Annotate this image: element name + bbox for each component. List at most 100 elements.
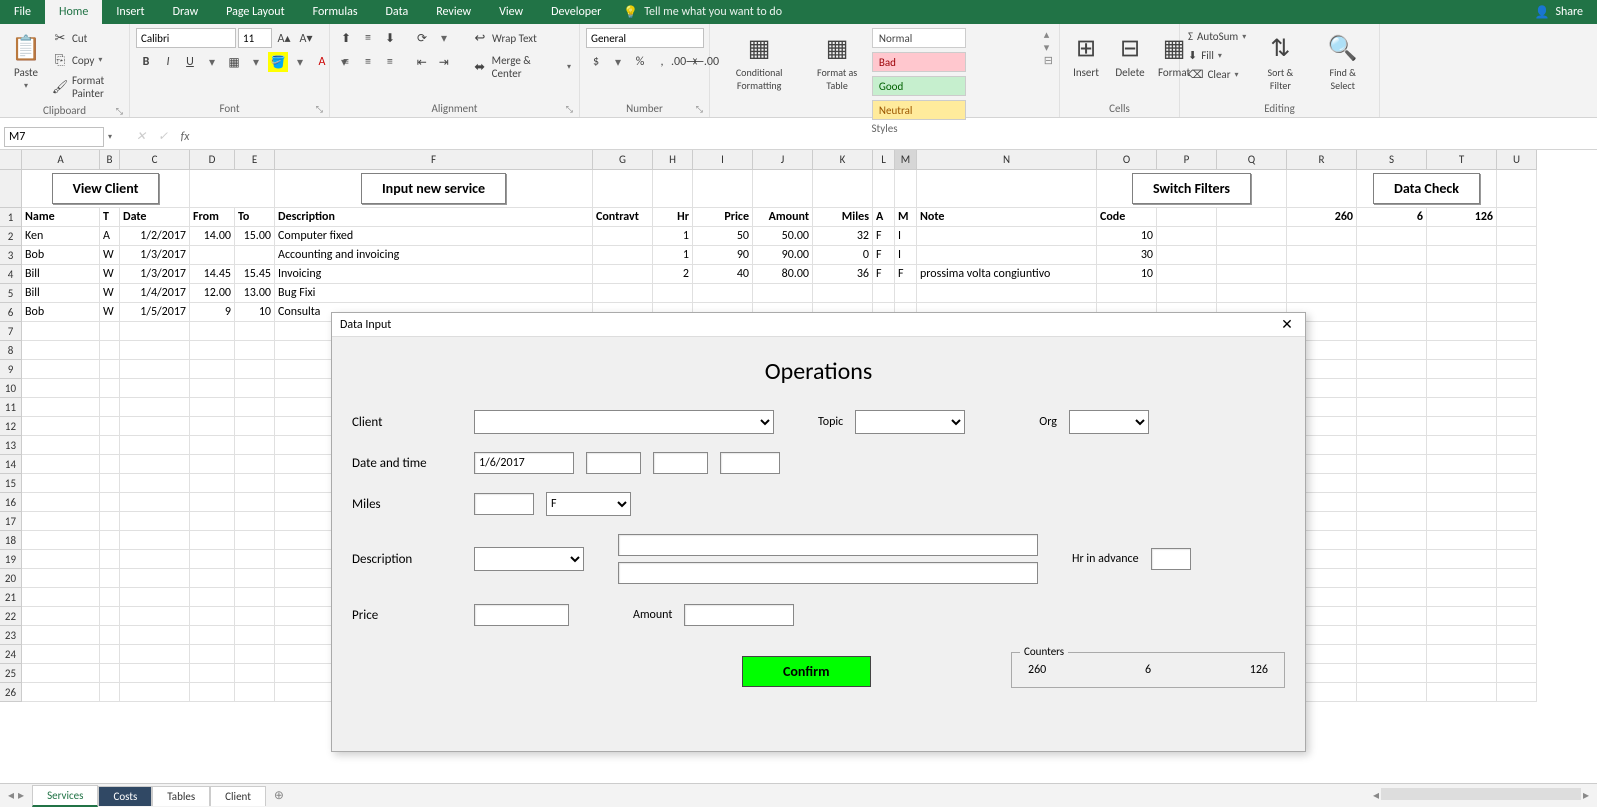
cell[interactable] (1357, 512, 1427, 531)
cell[interactable] (1497, 645, 1537, 664)
cell[interactable] (22, 474, 100, 493)
cell[interactable] (22, 569, 100, 588)
tab-developer[interactable]: Developer (537, 0, 615, 24)
cell[interactable] (190, 645, 235, 664)
cell[interactable] (22, 379, 100, 398)
cell[interactable] (190, 493, 235, 512)
cell[interactable] (1497, 208, 1537, 227)
cell[interactable] (1427, 284, 1497, 303)
cell[interactable] (120, 550, 190, 569)
align-middle-icon[interactable]: ≡ (358, 28, 378, 48)
topic-combo[interactable] (855, 410, 965, 434)
cell[interactable] (1357, 645, 1427, 664)
cell[interactable] (895, 170, 917, 208)
sheet-tab-client[interactable]: Client (210, 786, 266, 806)
tab-home[interactable]: Home (45, 0, 102, 24)
col-header-L[interactable]: L (873, 150, 895, 169)
cell[interactable]: 14.00 (190, 227, 235, 246)
cell[interactable] (1357, 360, 1427, 379)
enter-icon[interactable]: ✓ (154, 128, 172, 146)
cell[interactable] (100, 531, 120, 550)
cell[interactable] (1287, 284, 1357, 303)
cell[interactable] (100, 588, 120, 607)
chevron-down-icon[interactable]: ▾ (434, 28, 454, 48)
cell[interactable]: 32 (813, 227, 873, 246)
cell[interactable]: 15.00 (235, 227, 275, 246)
amount-input[interactable] (684, 604, 794, 626)
cell[interactable] (1157, 208, 1217, 227)
cell[interactable] (235, 645, 275, 664)
cell[interactable] (22, 398, 100, 417)
sheet-nav-first-icon[interactable]: ◂ (8, 788, 14, 803)
cell[interactable]: Computer fixed (275, 227, 593, 246)
row-header[interactable]: 4 (0, 265, 22, 284)
cell[interactable] (1427, 626, 1497, 645)
cell[interactable] (190, 550, 235, 569)
chevron-down-icon[interactable]: ▾ (108, 132, 112, 142)
cell[interactable] (100, 645, 120, 664)
cell[interactable] (1427, 512, 1497, 531)
increase-indent-icon[interactable]: ⇥ (434, 52, 454, 72)
cell[interactable] (235, 664, 275, 683)
cell[interactable]: W (100, 303, 120, 322)
cell[interactable] (1357, 588, 1427, 607)
increase-decimal-icon[interactable]: .00→ (674, 52, 694, 72)
cell[interactable] (1157, 246, 1217, 265)
cell[interactable] (1357, 455, 1427, 474)
cell[interactable]: 13.00 (235, 284, 275, 303)
style-bad[interactable]: Bad (872, 52, 966, 72)
col-header-G[interactable]: G (593, 150, 653, 169)
cell[interactable] (1497, 474, 1537, 493)
wrap-text-button[interactable]: ↩Wrap Text (470, 28, 539, 48)
cell[interactable] (1497, 379, 1537, 398)
cell[interactable] (1287, 265, 1357, 284)
price-input[interactable] (474, 604, 569, 626)
cell[interactable] (1357, 265, 1427, 284)
cell[interactable] (1217, 227, 1287, 246)
cell[interactable] (120, 569, 190, 588)
cell[interactable] (120, 645, 190, 664)
cell[interactable] (190, 664, 235, 683)
cell[interactable] (813, 284, 873, 303)
time3-input[interactable] (720, 452, 780, 474)
cell[interactable] (1497, 550, 1537, 569)
cell[interactable]: F (873, 227, 895, 246)
cut-button[interactable]: ✂Cut (50, 28, 123, 48)
col-header-D[interactable]: D (190, 150, 235, 169)
cell[interactable] (693, 284, 753, 303)
cell[interactable] (235, 569, 275, 588)
fill-button[interactable]: ⬇Fill▾ (1186, 47, 1248, 64)
chevron-down-icon[interactable]: ▾ (246, 52, 266, 72)
sheet-tab-costs[interactable]: Costs (98, 786, 152, 806)
cell[interactable] (1357, 398, 1427, 417)
clear-button[interactable]: ⌫Clear▾ (1186, 66, 1248, 83)
cell[interactable] (1427, 360, 1497, 379)
col-header-I[interactable]: I (693, 150, 753, 169)
cell[interactable] (593, 284, 653, 303)
cell[interactable] (100, 436, 120, 455)
dialog-launcher-icon[interactable]: ⤡ (316, 104, 323, 115)
cell[interactable] (1217, 265, 1287, 284)
cell[interactable] (1427, 322, 1497, 341)
row-header[interactable]: 1 (0, 208, 22, 227)
row-header[interactable]: 15 (0, 474, 22, 493)
cell[interactable] (120, 607, 190, 626)
cell[interactable] (100, 398, 120, 417)
align-bottom-icon[interactable]: ⬇ (380, 28, 400, 48)
align-center-icon[interactable]: ≡ (358, 52, 378, 72)
cell[interactable]: 1/3/2017 (120, 246, 190, 265)
row-header[interactable]: 24 (0, 645, 22, 664)
cell[interactable] (1497, 417, 1537, 436)
row-header[interactable]: 9 (0, 360, 22, 379)
cell[interactable]: Date (120, 208, 190, 227)
tab-page-layout[interactable]: Page Layout (212, 0, 298, 24)
col-header-M[interactable]: M (895, 150, 917, 169)
cell[interactable]: 14.45 (190, 265, 235, 284)
cell[interactable] (1357, 664, 1427, 683)
cell[interactable] (100, 417, 120, 436)
cell[interactable]: Name (22, 208, 100, 227)
cell[interactable]: I (895, 246, 917, 265)
col-header-P[interactable]: P (1157, 150, 1217, 169)
cell[interactable]: 40 (693, 265, 753, 284)
col-header-J[interactable]: J (753, 150, 813, 169)
